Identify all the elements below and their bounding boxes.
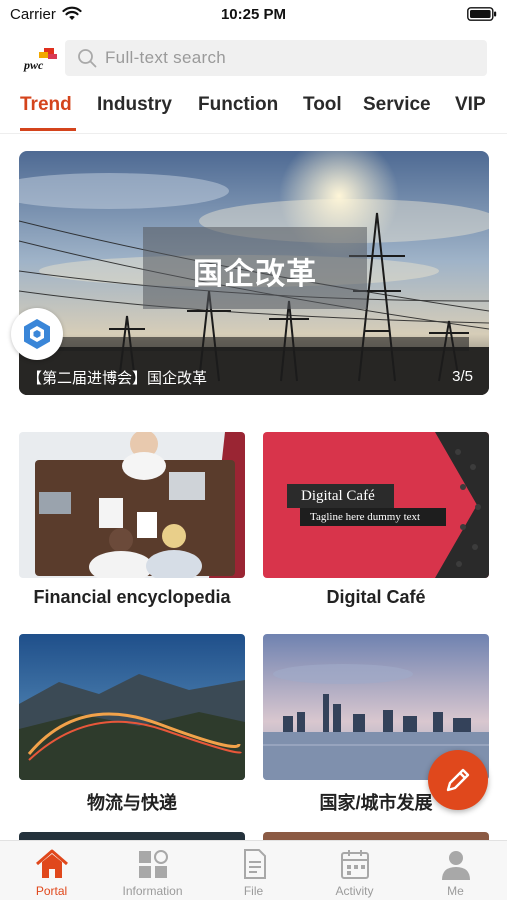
tab-industry[interactable]: Industry xyxy=(97,94,172,116)
person-icon xyxy=(442,851,470,880)
tab-trend[interactable]: Trend xyxy=(20,94,72,116)
floating-app-badge[interactable] xyxy=(11,308,63,360)
calendar-icon xyxy=(341,850,369,879)
bottom-tab-bar: Portal Information File Activity Me xyxy=(0,840,507,900)
banner-title-box: 国企改革 xyxy=(143,227,367,309)
battery-icon xyxy=(467,7,497,21)
nav-label: File xyxy=(243,884,264,898)
tab-vip[interactable]: VIP xyxy=(455,94,486,116)
logo-text: pwc xyxy=(23,58,44,72)
next-card-peek xyxy=(263,832,489,840)
card-title: 物流与快递 xyxy=(87,793,177,813)
digital-cafe-logo-title: Digital Café xyxy=(287,484,394,508)
hexagon-icon xyxy=(24,319,50,349)
pwc-logo: pwc xyxy=(23,48,57,72)
nav-label: Portal xyxy=(35,884,68,898)
banner-caption: 【第二届进博会】国企改革 xyxy=(27,370,208,387)
active-tab-indicator xyxy=(20,128,76,131)
search-input[interactable]: Full-text search xyxy=(65,40,487,76)
nav-label: Information xyxy=(122,884,183,898)
file-icon xyxy=(244,849,266,879)
nav-information[interactable]: Information xyxy=(102,841,203,900)
compose-button[interactable] xyxy=(428,750,488,810)
tab-service[interactable]: Service xyxy=(363,94,431,116)
next-card-peek xyxy=(19,832,245,840)
card-image xyxy=(19,432,245,578)
search-placeholder: Full-text search xyxy=(105,48,227,67)
digital-cafe-tagline: Tagline here dummy text xyxy=(300,508,446,526)
card-title: Digital Café xyxy=(326,587,426,607)
banner-page-counter: 3/5 xyxy=(452,368,473,385)
card-image: Digital Café Tagline here dummy text xyxy=(263,432,489,578)
nav-file[interactable]: File xyxy=(203,841,304,900)
nav-activity[interactable]: Activity xyxy=(304,841,405,900)
search-icon xyxy=(78,49,97,68)
nav-label: Activity xyxy=(335,884,374,898)
nav-label: Me xyxy=(447,884,464,898)
status-bar: Carrier 10:25 PM xyxy=(0,0,507,30)
home-icon xyxy=(36,849,68,878)
category-tabs: Trend Industry Function Tool Service VIP xyxy=(0,86,507,134)
clock: 10:25 PM xyxy=(220,6,287,23)
card-image xyxy=(19,634,245,780)
nav-me[interactable]: Me xyxy=(405,841,506,900)
banner-title: 国企改革 xyxy=(193,258,317,291)
tab-tool[interactable]: Tool xyxy=(303,94,342,116)
card-title: Financial encyclopedia xyxy=(33,587,231,607)
nav-portal[interactable]: Portal xyxy=(1,841,102,900)
tab-function[interactable]: Function xyxy=(198,94,278,116)
pencil-icon xyxy=(446,768,470,792)
banner-carousel[interactable]: 国企改革 【第二届进博会】国企改革 3/5 xyxy=(19,151,489,395)
grid-icon xyxy=(139,850,168,878)
